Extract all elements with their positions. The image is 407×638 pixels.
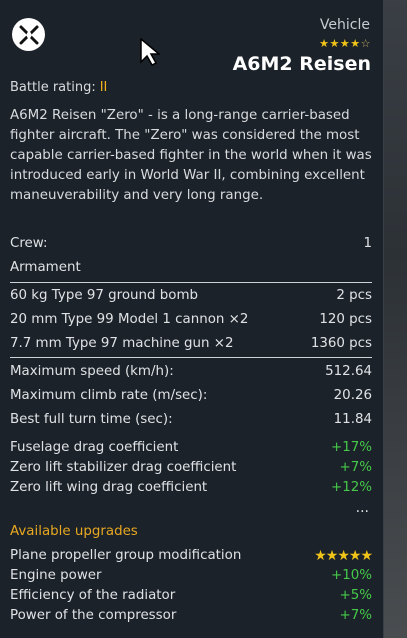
upgrade-name: Engine power [10,568,102,583]
performance-name: Best full turn time (sec): [10,412,173,427]
upgrade-value: +5% [339,588,372,603]
upgrade-row: Engine power +10% [10,568,372,583]
armament-name: 60 kg Type 97 ground bomb [10,288,198,303]
modifier-name: Zero lift stabilizer drag coefficient [10,460,237,475]
performance-divider [10,357,372,358]
crew-row: Crew: 1 [10,236,372,251]
performance-row: Maximum speed (km/h): 512.64 [10,364,372,379]
battle-rating-value: II [99,80,108,95]
rank-stars: ★★★★☆ [319,37,371,50]
modifier-row: Fuselage drag coefficient +17% [10,440,372,455]
upgrades-title: Available upgrades [10,524,138,539]
vehicle-tooltip-panel: Vehicle ★★★★☆ A6M2 Reisen Battle rating:… [0,0,384,638]
armament-name: 7.7 mm Type 97 machine gun ×2 [10,336,234,351]
performance-row: Maximum climb rate (m/sec): 20.26 [10,388,372,403]
tooltip-header: Vehicle ★★★★☆ A6M2 Reisen [0,0,383,80]
mouse-cursor-icon [140,37,162,70]
performance-value: 512.64 [325,364,372,379]
vehicle-description: A6M2 Reisen "Zero" - is a long-range car… [10,108,372,203]
armament-count: 1360 pcs [310,336,372,351]
battle-rating-label: Battle rating: [10,80,96,95]
more-ellipsis[interactable]: ... [356,500,369,516]
crew-label: Crew: [10,236,48,251]
vehicle-name: A6M2 Reisen [232,53,371,75]
modifier-value: +12% [331,480,372,495]
upgrade-row: Power of the compressor +7% [10,608,372,623]
performance-name: Maximum speed (km/h): [10,364,174,379]
armament-title: Armament [10,260,81,275]
crew-value: 1 [363,236,372,251]
armament-row: 20 mm Type 99 Model 1 cannon ×2 120 pcs [10,312,372,327]
armament-count: 2 pcs [336,288,372,303]
upgrade-row: Plane propeller group modification ★★★★★ [10,548,373,564]
modifier-name: Zero lift wing drag coefficient [10,480,208,495]
armament-name: 20 mm Type 99 Model 1 cannon ×2 [10,312,249,327]
performance-value: 20.26 [333,388,372,403]
modifier-name: Fuselage drag coefficient [10,440,179,455]
modifier-value: +7% [339,460,372,475]
rank-stars-filled: ★★★★ [319,37,361,50]
battle-rating: Battle rating: II [10,80,107,95]
upgrade-name: Efficiency of the radiator [10,588,176,603]
modifier-value: +17% [331,440,372,455]
rank-stars-empty: ☆ [360,37,371,50]
modifier-row: Zero lift wing drag coefficient +12% [10,480,372,495]
armament-count: 120 pcs [319,312,372,327]
performance-row: Best full turn time (sec): 11.84 [10,412,372,427]
modifier-row: Zero lift stabilizer drag coefficient +7… [10,460,372,475]
upgrade-name: Plane propeller group modification [10,548,242,563]
performance-name: Maximum climb rate (m/sec): [10,388,208,403]
upgrade-value: +7% [339,608,372,623]
upgrade-row: Efficiency of the radiator +5% [10,588,372,603]
background-scene [383,0,407,638]
armament-divider [10,282,372,283]
upgrade-value: +10% [331,568,372,583]
armament-row: 7.7 mm Type 97 machine gun ×2 1360 pcs [10,336,372,351]
armament-row: 60 kg Type 97 ground bomb 2 pcs [10,288,372,303]
vehicle-type-label: Vehicle [319,17,370,33]
fighter-crossed-icon [12,18,45,51]
performance-value: 11.84 [333,412,372,427]
upgrade-stars: ★★★★★ [314,548,373,564]
upgrade-name: Power of the compressor [10,608,177,623]
